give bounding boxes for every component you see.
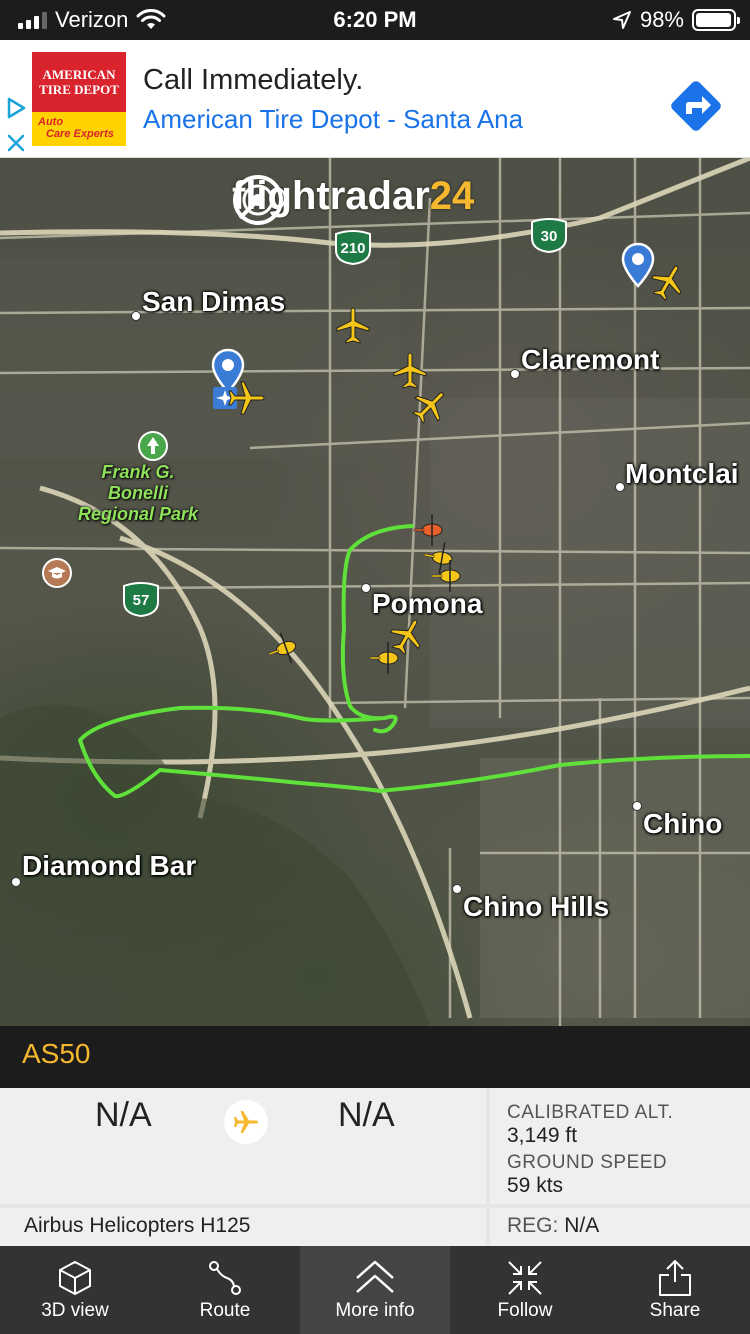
nav-more-info[interactable]: More info bbox=[300, 1246, 450, 1334]
city-dot bbox=[510, 369, 520, 379]
battery-icon bbox=[692, 9, 740, 31]
selected-flight-bar[interactable]: AS50 bbox=[0, 1026, 750, 1088]
flight-map[interactable]: flightradar24 210 30 57 San Dimas Clarem… bbox=[0, 158, 750, 1026]
nav-label: 3D view bbox=[41, 1300, 109, 1321]
highway-shield-57: 57 bbox=[120, 582, 162, 618]
destination-airport: N/A bbox=[338, 1096, 395, 1134]
adchoices-icon[interactable] bbox=[4, 96, 28, 120]
cube-icon bbox=[59, 1261, 91, 1295]
ad-banner[interactable]: AMERICAN TIRE DEPOT Auto Care Experts Ca… bbox=[0, 40, 750, 158]
nav-follow[interactable]: Follow bbox=[450, 1246, 600, 1334]
highway-shield-210: 210 bbox=[332, 230, 374, 266]
city-label-claremont[interactable]: Claremont bbox=[521, 344, 659, 376]
radar-icon bbox=[233, 175, 283, 225]
origin-airport: N/A bbox=[95, 1096, 152, 1134]
aircraft-icon[interactable] bbox=[226, 378, 266, 418]
highway-shield-30: 30 bbox=[528, 218, 570, 254]
nav-label: Route bbox=[199, 1300, 251, 1321]
battery-percent: 98% bbox=[639, 7, 684, 32]
city-label-montclair[interactable]: Montclai bbox=[625, 458, 739, 490]
svg-text:210: 210 bbox=[340, 240, 365, 257]
route-block: N/A N/A bbox=[0, 1088, 486, 1204]
city-dot bbox=[361, 583, 371, 593]
nav-label: More info bbox=[335, 1300, 415, 1321]
flight-stats: CALIBRATED ALT. 3,149 ft GROUND SPEED 59… bbox=[490, 1088, 750, 1204]
location-arrow-icon bbox=[612, 11, 631, 29]
ground-speed-value: 59 kts bbox=[507, 1174, 564, 1197]
park-label: Frank G. Bonelli Regional Park bbox=[78, 462, 199, 524]
city-dot bbox=[131, 311, 141, 321]
ad-subline[interactable]: American Tire Depot - Santa Ana bbox=[143, 104, 523, 135]
route-icon bbox=[209, 1261, 241, 1295]
route-plane-icon bbox=[224, 1100, 268, 1144]
aircraft-icon[interactable] bbox=[333, 306, 373, 346]
nav-3d-view[interactable]: 3D view bbox=[0, 1246, 150, 1334]
city-dot bbox=[632, 801, 642, 811]
calibrated-alt-value: 3,149 ft bbox=[507, 1124, 578, 1147]
follow-icon bbox=[508, 1261, 542, 1295]
city-label-diamond-bar[interactable]: Diamond Bar bbox=[22, 850, 196, 882]
flight-callsign: AS50 bbox=[22, 1038, 91, 1069]
bottom-toolbar: 3D view Route More info Follow Share bbox=[0, 1246, 750, 1334]
advertiser-logo[interactable]: AMERICAN TIRE DEPOT Auto Care Experts bbox=[32, 52, 126, 146]
close-icon[interactable] bbox=[4, 131, 28, 155]
park-icon bbox=[138, 431, 168, 461]
city-dot bbox=[615, 482, 625, 492]
calibrated-alt-label: CALIBRATED ALT. bbox=[507, 1102, 674, 1123]
nav-route[interactable]: Route bbox=[150, 1246, 300, 1334]
helicopter-icon[interactable] bbox=[368, 638, 408, 678]
registration: REG: N/A bbox=[490, 1208, 750, 1246]
city-label-chino[interactable]: Chino bbox=[643, 808, 722, 840]
ad-headline[interactable]: Call Immediately. bbox=[143, 64, 363, 97]
nav-label: Share bbox=[649, 1300, 701, 1321]
aircraft-type: Airbus Helicopters H125 bbox=[0, 1208, 486, 1246]
flightradar24-logo: flightradar24 bbox=[232, 174, 474, 225]
flight-info-panel[interactable]: N/A N/A CALIBRATED ALT. 3,149 ft GROUND … bbox=[0, 1088, 750, 1246]
svg-text:57: 57 bbox=[133, 592, 150, 609]
svg-text:30: 30 bbox=[541, 228, 558, 245]
ground-speed-label: GROUND SPEED bbox=[507, 1152, 668, 1173]
share-icon bbox=[659, 1260, 691, 1296]
school-icon bbox=[42, 558, 72, 588]
city-label-san-dimas[interactable]: San Dimas bbox=[142, 286, 285, 318]
helicopter-icon[interactable] bbox=[430, 556, 470, 596]
reg-label: REG: bbox=[507, 1214, 559, 1237]
directions-icon[interactable] bbox=[664, 74, 728, 138]
status-bar: Verizon 6:20 PM 98% bbox=[0, 0, 750, 40]
chevrons-up-icon bbox=[356, 1260, 394, 1293]
reg-value: N/A bbox=[564, 1214, 600, 1237]
nav-share[interactable]: Share bbox=[600, 1246, 750, 1334]
city-label-chino-hills[interactable]: Chino Hills bbox=[463, 891, 609, 923]
city-dot bbox=[452, 884, 462, 894]
nav-label: Follow bbox=[497, 1300, 553, 1321]
city-dot bbox=[11, 877, 21, 887]
